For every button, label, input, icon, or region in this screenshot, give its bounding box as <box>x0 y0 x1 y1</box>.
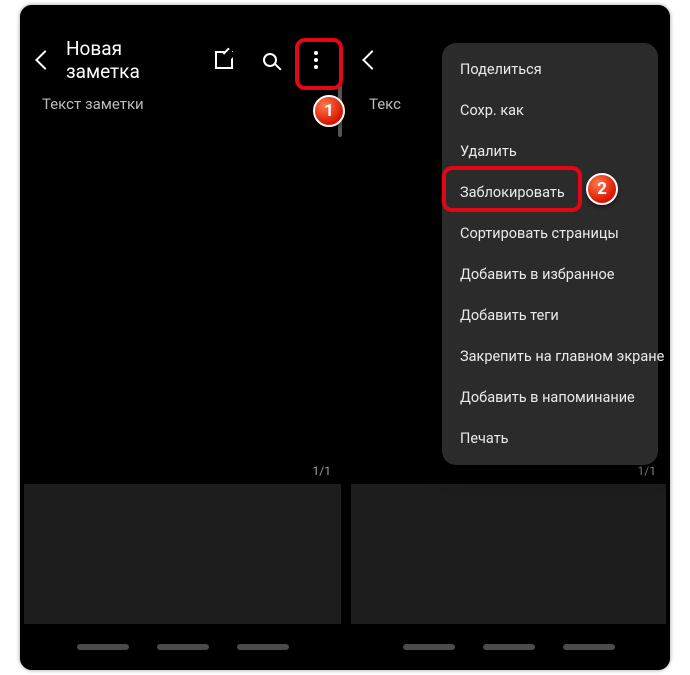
nav-recents[interactable] <box>77 644 129 650</box>
edit-button[interactable] <box>205 41 243 79</box>
menu-delete[interactable]: Удалить <box>442 131 658 172</box>
nav-home[interactable] <box>483 644 535 650</box>
tutorial-stage: Новая заметка Текст заметки 1/1 Текс 1/1 <box>20 5 670 670</box>
search-button[interactable] <box>251 41 289 79</box>
search-icon <box>263 53 277 67</box>
menu-pin-home[interactable]: Закрепить на главном экране <box>442 336 658 377</box>
menu-add-tags[interactable]: Добавить теги <box>442 295 658 336</box>
note-body[interactable]: Текст заметки <box>20 85 345 460</box>
scrollbar[interactable] <box>338 85 342 137</box>
thumbnail-strip[interactable] <box>351 484 666 624</box>
nav-home[interactable] <box>157 644 209 650</box>
menu-sort-pages[interactable]: Сортировать страницы <box>442 213 658 254</box>
thumbnail-strip[interactable] <box>24 484 341 624</box>
edit-icon <box>215 51 233 69</box>
nav-bar <box>20 624 345 670</box>
menu-print[interactable]: Печать <box>442 418 658 459</box>
back-icon[interactable] <box>35 50 55 70</box>
menu-add-reminder[interactable]: Добавить в напоминание <box>442 377 658 418</box>
menu-add-favorite[interactable]: Добавить в избранное <box>442 254 658 295</box>
overflow-menu: Поделиться Сохр. как Удалить Заблокирова… <box>442 43 658 465</box>
nav-bar <box>347 624 670 670</box>
note-placeholder: Текст заметки <box>42 95 144 113</box>
nav-back[interactable] <box>237 644 289 650</box>
phone-left: Новая заметка Текст заметки 1/1 <box>20 5 345 670</box>
back-icon[interactable] <box>362 50 382 70</box>
nav-back[interactable] <box>563 644 615 650</box>
menu-save-as[interactable]: Сохр. как <box>442 90 658 131</box>
nav-recents[interactable] <box>403 644 455 650</box>
page-title: Новая заметка <box>66 37 197 83</box>
status-bar <box>347 5 670 35</box>
menu-share[interactable]: Поделиться <box>442 49 658 90</box>
status-bar <box>20 5 345 35</box>
more-icon <box>314 51 318 69</box>
menu-lock[interactable]: Заблокировать <box>442 172 658 213</box>
page-indicator: 1/1 <box>20 460 345 484</box>
phone-right: Текс 1/1 Поделиться Сохр. как Удалить За… <box>345 5 670 670</box>
note-placeholder: Текс <box>369 95 401 113</box>
more-button[interactable] <box>297 41 335 79</box>
toolbar: Новая заметка <box>20 35 345 85</box>
